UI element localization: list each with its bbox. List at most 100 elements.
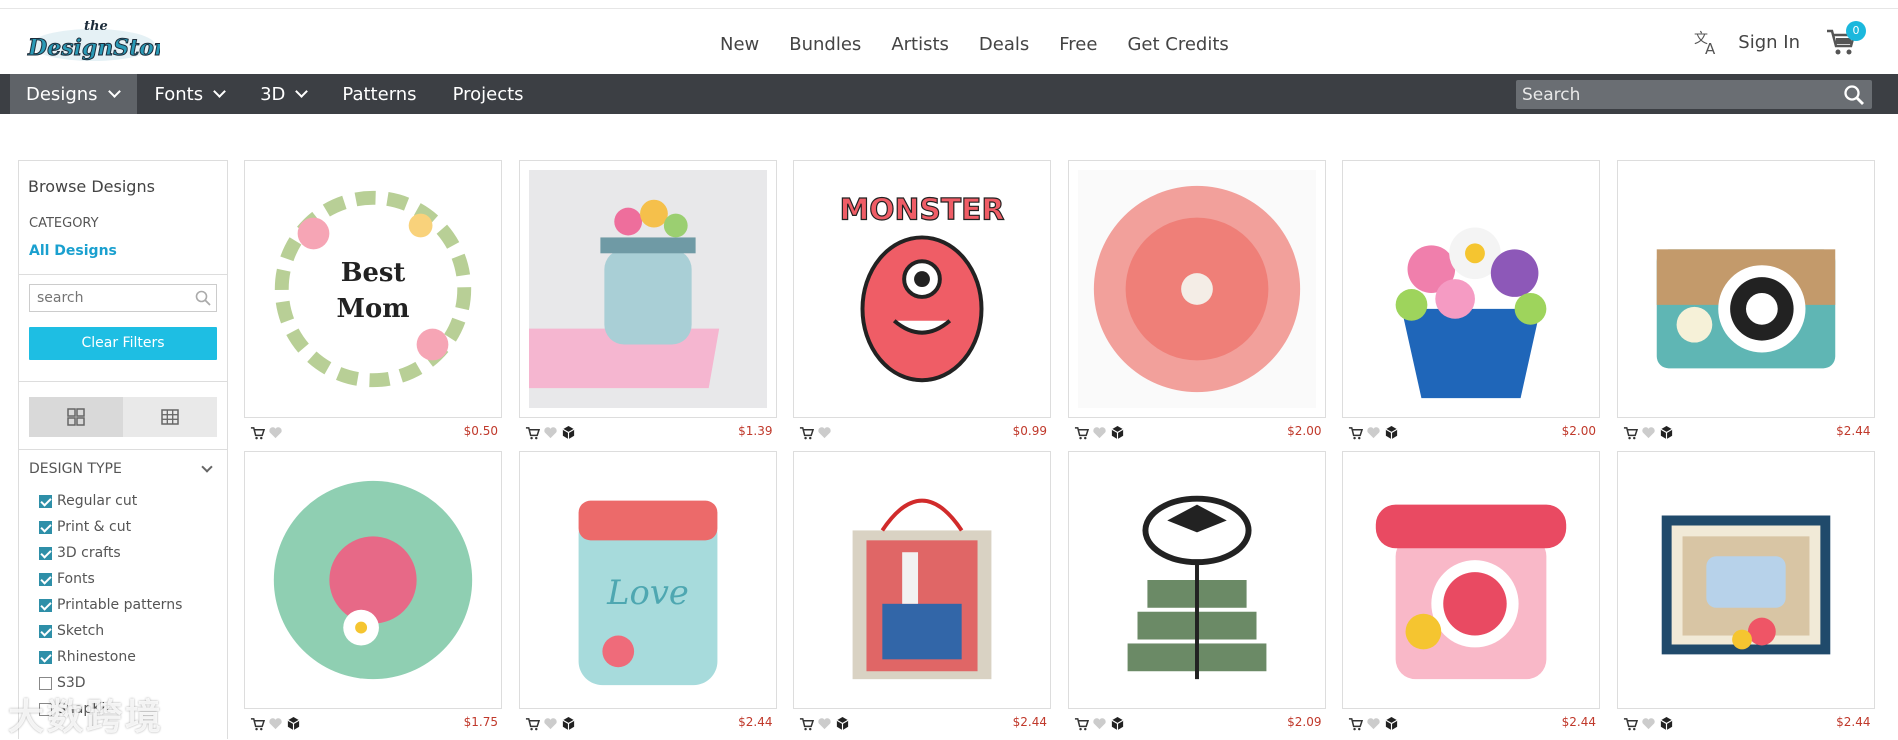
design-type-option[interactable]: Print & cut (39, 514, 182, 540)
sidebar-title: Browse Designs (28, 177, 155, 196)
product-thumbnail[interactable] (1067, 451, 1326, 709)
checkbox[interactable] (39, 520, 52, 534)
3d-cube-icon (1111, 716, 1123, 731)
product-price: $1.39 (738, 424, 773, 438)
add-to-cart-icon[interactable] (799, 425, 814, 440)
nav-artists[interactable]: Artists (891, 34, 949, 55)
product-thumbnail[interactable]: Love (518, 451, 777, 709)
category-3d[interactable]: 3D (242, 74, 324, 114)
product-thumbnail[interactable] (793, 451, 1051, 709)
product-card[interactable]: $2.44 (793, 451, 1051, 739)
add-to-cart-icon[interactable] (1623, 425, 1638, 440)
favorite-heart-icon[interactable] (817, 425, 832, 440)
nav-new[interactable]: New (720, 34, 759, 55)
search-icon[interactable] (1842, 83, 1866, 107)
favorite-heart-icon[interactable] (268, 716, 283, 731)
product-card[interactable]: $2.00 (1067, 160, 1326, 448)
product-card[interactable]: $2.44 (1616, 160, 1875, 448)
product-card[interactable]: $2.00 (1342, 160, 1600, 448)
favorite-heart-icon[interactable] (1366, 425, 1381, 440)
design-type-option[interactable]: Printable patterns (39, 592, 182, 618)
favorite-heart-icon[interactable] (1641, 716, 1656, 731)
chevron-down-icon (107, 84, 121, 98)
divider (19, 274, 227, 275)
sign-in-link[interactable]: Sign In (1738, 32, 1800, 53)
product-card[interactable]: $2.09 (1067, 451, 1326, 739)
favorite-heart-icon[interactable] (543, 716, 558, 731)
view-toggle (29, 397, 217, 437)
checkbox[interactable] (39, 598, 52, 612)
product-thumbnail[interactable]: Best Mom (244, 160, 502, 418)
design-type-option[interactable]: Fonts (39, 566, 182, 592)
product-card[interactable]: $2.44 (1616, 451, 1875, 739)
product-thumbnail[interactable]: MONSTER (793, 160, 1051, 418)
design-type-option[interactable]: Sketch (39, 618, 182, 644)
design-type-header[interactable]: DESIGN TYPE (29, 461, 217, 477)
product-price: $2.44 (1836, 424, 1871, 438)
checkbox[interactable] (39, 624, 52, 638)
large-grid-view-button[interactable] (29, 397, 123, 437)
svg-text:Best: Best (341, 258, 406, 288)
product-card[interactable]: $1.75 (244, 451, 502, 739)
product-thumbnail[interactable] (244, 451, 502, 709)
product-card[interactable]: Love $2.44 (518, 451, 777, 739)
cart-button[interactable]: 0 (1824, 21, 1866, 59)
category-patterns[interactable]: Patterns (324, 74, 434, 114)
svg-text:DesignStore: DesignStore (27, 35, 160, 61)
category-fonts[interactable]: Fonts (137, 74, 243, 114)
add-to-cart-icon[interactable] (799, 716, 814, 731)
product-thumbnail[interactable] (518, 160, 777, 418)
category-all-designs-link[interactable]: All Designs (29, 243, 117, 259)
favorite-heart-icon[interactable] (268, 425, 283, 440)
product-thumbnail[interactable] (1342, 160, 1600, 418)
product-card[interactable]: MONSTER $0.99 (793, 160, 1051, 448)
checkbox[interactable] (39, 494, 52, 508)
product-thumbnail[interactable] (1616, 160, 1875, 418)
product-price: $1.75 (463, 715, 498, 729)
site-header: the DesignStore New Bundles Artists Deals Fr… (0, 9, 1898, 74)
add-to-cart-icon[interactable] (250, 425, 265, 440)
nav-bundles[interactable]: Bundles (789, 34, 861, 55)
add-to-cart-icon[interactable] (1074, 716, 1089, 731)
category-projects[interactable]: Projects (435, 74, 542, 114)
design-type-option[interactable]: Regular cut (39, 488, 182, 514)
product-price: $0.99 (1012, 424, 1047, 438)
product-image (1375, 504, 1567, 680)
favorite-heart-icon[interactable] (543, 425, 558, 440)
product-card[interactable]: Best Mom $0.50 (244, 160, 502, 448)
small-grid-view-button[interactable] (123, 397, 217, 437)
add-to-cart-icon[interactable] (1623, 716, 1638, 731)
add-to-cart-icon[interactable] (525, 716, 540, 731)
checkbox[interactable] (39, 546, 52, 560)
design-type-option[interactable]: 3D crafts (39, 540, 182, 566)
add-to-cart-icon[interactable] (1074, 425, 1089, 440)
product-thumbnail[interactable] (1342, 451, 1600, 709)
checkbox[interactable] (39, 572, 52, 586)
favorite-heart-icon[interactable] (1366, 716, 1381, 731)
nav-deals[interactable]: Deals (979, 34, 1029, 55)
product-card[interactable]: $2.44 (1342, 451, 1600, 739)
favorite-heart-icon[interactable] (1092, 425, 1107, 440)
add-to-cart-icon[interactable] (525, 425, 540, 440)
search-icon[interactable] (194, 289, 212, 307)
nav-free[interactable]: Free (1059, 34, 1097, 55)
product-card[interactable]: $1.39 (518, 160, 777, 448)
add-to-cart-icon[interactable] (1348, 716, 1363, 731)
design-type-option[interactable]: Rhinestone (39, 644, 182, 670)
favorite-heart-icon[interactable] (1641, 425, 1656, 440)
product-thumbnail[interactable] (1067, 160, 1326, 418)
product-thumbnail[interactable] (1616, 451, 1875, 709)
favorite-heart-icon[interactable] (817, 716, 832, 731)
category-designs[interactable]: Designs (10, 74, 137, 114)
search-input[interactable] (1516, 80, 1836, 109)
favorite-heart-icon[interactable] (1092, 716, 1107, 731)
nav-get-credits[interactable]: Get Credits (1127, 34, 1228, 55)
clear-filters-button[interactable]: Clear Filters (29, 327, 217, 360)
translate-icon[interactable]: 文 A (1692, 27, 1722, 57)
add-to-cart-icon[interactable] (1348, 425, 1363, 440)
design-type-label: DESIGN TYPE (29, 461, 122, 477)
checkbox[interactable] (39, 650, 52, 664)
sidebar-search-input[interactable] (30, 285, 190, 311)
design-store-logo[interactable]: the DesignStore (26, 15, 161, 69)
add-to-cart-icon[interactable] (250, 716, 265, 731)
